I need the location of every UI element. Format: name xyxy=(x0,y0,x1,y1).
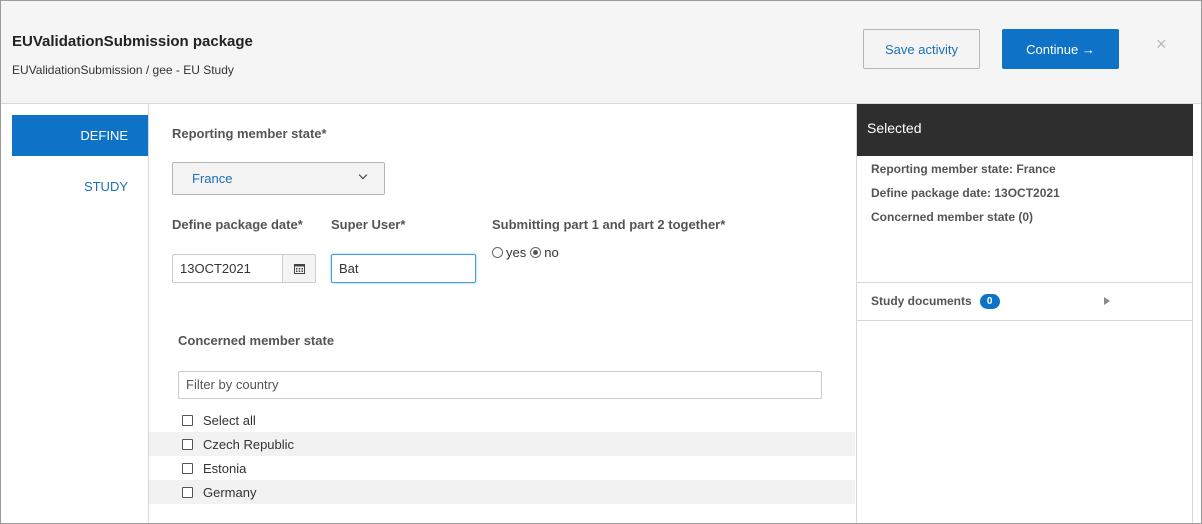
chevron-down-icon xyxy=(358,170,368,180)
radio-yes-label: yes xyxy=(506,245,527,260)
save-activity-button[interactable]: Save activity xyxy=(863,29,980,69)
step-nav: DEFINE STUDY xyxy=(1,104,149,523)
submitting-together-label: Submitting part 1 and part 2 together* xyxy=(492,217,726,232)
checkbox[interactable] xyxy=(182,414,193,426)
summary-concerned-state: Concerned member state (0) xyxy=(871,210,1034,224)
page-header: EUValidationSubmission package EUValidat… xyxy=(1,1,1201,104)
filter-country-input[interactable]: Filter by country xyxy=(178,371,822,399)
country-label: Estonia xyxy=(203,460,247,476)
study-documents-toggle[interactable]: Study documents 0 xyxy=(871,294,1000,309)
list-item[interactable]: Czech Republic xyxy=(149,432,855,456)
concerned-member-state-label: Concerned member state xyxy=(178,333,335,348)
radio-no[interactable] xyxy=(530,247,542,258)
package-date-label: Define package date* xyxy=(172,217,303,232)
list-item[interactable]: Estonia xyxy=(149,456,855,480)
divider xyxy=(857,282,1193,283)
reporting-member-state-select[interactable]: France xyxy=(172,162,385,195)
super-user-label: Super User* xyxy=(331,217,406,232)
calendar-icon xyxy=(294,264,305,274)
study-documents-label: Study documents xyxy=(871,294,972,308)
reporting-member-state-label: Reporting member state* xyxy=(172,126,327,141)
package-date-input[interactable]: 13OCT2021 xyxy=(172,254,283,283)
list-item[interactable]: Select all xyxy=(149,408,855,432)
continue-button[interactable]: Continue → xyxy=(1002,29,1119,69)
selected-panel-title: Selected xyxy=(857,104,1193,156)
selected-panel: Selected Reporting member state: France … xyxy=(856,104,1193,523)
study-documents-count-badge: 0 xyxy=(979,294,1000,309)
super-user-input[interactable]: Bat xyxy=(331,254,476,283)
radio-yes[interactable] xyxy=(492,247,503,258)
country-label: Select all xyxy=(203,412,256,428)
summary-package-date: Define package date: 13OCT2021 xyxy=(871,186,1060,200)
nav-item-define[interactable]: DEFINE xyxy=(12,115,148,156)
submitting-together-radio-group: yes no xyxy=(492,245,559,260)
checkbox[interactable] xyxy=(182,462,193,474)
breadcrumb: EUValidationSubmission / gee - EU Study xyxy=(12,63,234,77)
list-item[interactable]: Germany xyxy=(149,480,855,504)
reporting-member-state-value: France xyxy=(192,171,233,186)
calendar-button[interactable] xyxy=(282,254,316,283)
radio-no-label: no xyxy=(544,245,559,260)
nav-item-study[interactable]: STUDY xyxy=(12,169,148,204)
divider xyxy=(857,320,1193,321)
country-label: Czech Republic xyxy=(203,436,295,452)
close-icon[interactable]: × xyxy=(1156,34,1167,55)
country-label: Germany xyxy=(203,484,257,500)
checkbox[interactable] xyxy=(182,486,193,498)
checkbox[interactable] xyxy=(182,438,193,450)
page-title: EUValidationSubmission package xyxy=(12,33,253,50)
summary-reporting-state: Reporting member state: France xyxy=(871,162,1056,176)
caret-right-icon[interactable] xyxy=(1104,297,1110,305)
